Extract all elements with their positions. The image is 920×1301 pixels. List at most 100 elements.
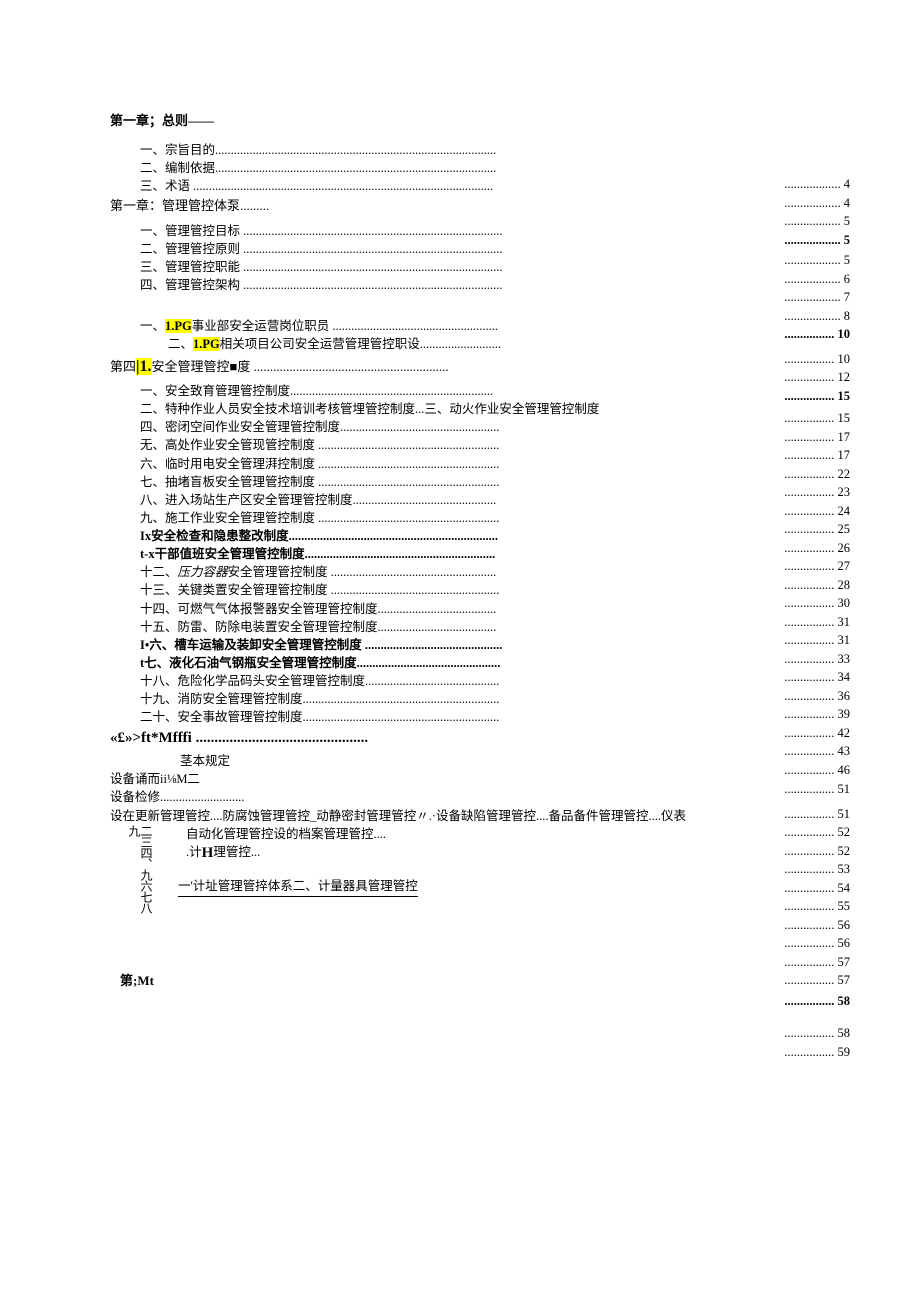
toc-entry: 二十、安全事故管理管控制度...........................…	[110, 708, 850, 726]
page-number: .................. 7	[784, 288, 850, 307]
toc-entry: 设在更新管理管控....防腐蚀管理管控_动静密封管理管控〃.·设备缺陷管理管控.…	[110, 807, 850, 825]
page-number: ................ 51	[784, 780, 850, 799]
toc-entry: 茎本规定	[110, 752, 850, 770]
page-number: ................ 10	[784, 350, 850, 369]
entry-text: 三、术语 ...................................…	[140, 177, 493, 195]
entry-text: 十二、压力容器安全管理管控制度 ........................…	[140, 563, 496, 581]
suffix: 安全管理管控制度 ...............................…	[228, 565, 497, 579]
suffix: 安全管理管控■度 ...............................…	[152, 359, 449, 374]
toc-entry: 一、管理管控目标 ...............................…	[110, 222, 850, 240]
page-number: .................. 4	[784, 175, 850, 194]
page-number: ................ 59	[784, 1043, 850, 1062]
toc-entry: 十三、关键类置安全管理管控制度 ........................…	[110, 581, 850, 599]
page-number: ................ 22	[784, 465, 850, 484]
entry-text: 二、管理管控原则 ...............................…	[140, 240, 503, 258]
toc-entry: 十四、可燃气气体报警器安全管理管控制度.....................…	[110, 600, 850, 618]
suffix: 相关项目公司安全运营管理管控职设........................…	[220, 337, 501, 351]
toc-entry: 无、高处作业安全管现管控制度 .........................…	[110, 436, 850, 454]
page-number: ................ 31	[784, 631, 850, 650]
page-number: ................ 12	[784, 368, 850, 387]
entry-text: 二十、安全事故管理管控制度...........................…	[140, 708, 499, 726]
page-number: ................ 10	[784, 325, 850, 344]
page-number: ................ 56	[784, 916, 850, 935]
toc-entry: Ix安全检查和隐患整改制度...........................…	[110, 527, 850, 545]
page-number: ................ 57	[784, 971, 850, 990]
toc-page: 第一章；总则—— 一、宗旨目的.........................…	[0, 0, 920, 1030]
entry-text: 自动化管理管控设的档案管理管控....	[186, 825, 386, 843]
page-number: ................ 36	[784, 687, 850, 706]
entry-text: 十八、危险化学品码头安全管理管控制度......................…	[140, 672, 499, 690]
page-number: ................ 52	[784, 842, 850, 861]
page-number: ................ 39	[784, 705, 850, 724]
entry-text: 十三、关键类置安全管理管控制度 ........................…	[140, 581, 499, 599]
page-number: ................ 15	[784, 409, 850, 428]
prefix: 二、	[168, 337, 193, 351]
italic-part: 压力容器	[178, 565, 228, 579]
toc-entry: 一、安全致育管理管控制度............................…	[110, 382, 850, 400]
page-number: ................ 15	[784, 387, 850, 406]
toc-entry: 六、临时用电安全管理湃控制度 .........................…	[110, 455, 850, 473]
page-number: ................ 52	[784, 823, 850, 842]
toc-entry: 九、施工作业安全管理管控制度 .........................…	[110, 509, 850, 527]
toc-entry: 一、1.PG事业部安全运营岗位职员 ......................…	[110, 317, 850, 335]
page-number: ................ 26	[784, 539, 850, 558]
page-number: ................ 46	[784, 761, 850, 780]
page-number: ................ 17	[784, 428, 850, 447]
entry-text: 十四、可燃气气体报警器安全管理管控制度.....................…	[140, 600, 496, 618]
page-numbers-column: .................. 4.................. 4…	[784, 175, 850, 1061]
entry-text: 一、安全致育管理管控制度............................…	[140, 382, 493, 400]
toc-entry: 二、编制依据..................................…	[110, 159, 850, 177]
entry-text: 一、1.PG事业部安全运营岗位职员 ......................…	[140, 317, 498, 335]
page-number: ................ 25	[784, 520, 850, 539]
entry-text: 一、宗旨目的..................................…	[140, 141, 496, 159]
page-number: ................ 23	[784, 483, 850, 502]
entry-text: 十九、消防安全管理管控制度...........................…	[140, 690, 499, 708]
toc-entry: 三、术语 ...................................…	[110, 177, 850, 195]
entry-text: 四、密闭空间作业安全管理管控制度........................…	[140, 418, 499, 436]
toc-entry: 八、进入场站生产区安全管理管控制度.......................…	[110, 491, 850, 509]
entry-text: 二、编制依据..................................…	[140, 159, 496, 177]
toc-entry: t七、液化石油气钢瓶安全管理管控制度......................…	[110, 654, 850, 672]
entry-text: 设备检修...........................	[110, 788, 244, 806]
heading-text: 第一章；总则——	[110, 112, 214, 131]
prefix: 十二、	[140, 565, 178, 579]
entry-text: 一'计址管理管捽体系二、计量器具管理管控	[178, 877, 418, 897]
page-number: ................ 42	[784, 724, 850, 743]
entry-text: 二、特种作业人员安全技术培训考核管埋管控制度...三、动火作业安全管理管控制度	[140, 400, 599, 418]
toc-body: 第一章；总则—— 一、宗旨目的.........................…	[110, 112, 850, 990]
entry-text: 八、进入场站生产区安全管理管控制度.......................…	[140, 491, 496, 509]
entry-text: 一、管理管控目标 ...............................…	[140, 222, 503, 240]
toc-entry: t-x干部值班安全管理管控制度.........................…	[110, 545, 850, 563]
page-number: ................ 24	[784, 502, 850, 521]
big-letter: H	[202, 845, 214, 861]
entry-text: 四、管理管控架构 ...............................…	[140, 276, 503, 294]
toc-entry: 七、抽堵盲板安全管理管控制度 .........................…	[110, 473, 850, 491]
entry-text: 七、抽堵盲板安全管理管控制度 .........................…	[140, 473, 499, 491]
page-number: ................ 33	[784, 650, 850, 669]
toc-entry: 四、管理管控架构 ...............................…	[110, 276, 850, 294]
page-number: ................ 57	[784, 953, 850, 972]
chapter-heading: «£»>ft*Mfffi ...........................…	[110, 728, 850, 750]
toc-entry: 十二、压力容器安全管理管控制度 ........................…	[110, 563, 850, 581]
page-number: .................. 5	[784, 231, 850, 250]
page-number: .................. 5	[784, 212, 850, 231]
entry-text: 无、高处作业安全管现管控制度 .........................…	[140, 436, 499, 454]
page-number: ................ 34	[784, 668, 850, 687]
toc-entry: 十八、危险化学品码头安全管理管控制度......................…	[110, 672, 850, 690]
suffix: 事业部安全运营岗位职员 ............................…	[192, 319, 498, 333]
page-number: .................. 6	[784, 270, 850, 289]
prefix: 第四	[110, 359, 136, 374]
page-number: ................ 43	[784, 742, 850, 761]
highlight: |1.	[136, 358, 152, 375]
page-number: ................ 28	[784, 576, 850, 595]
heading-text: 第一章：管理管控体泵.........	[110, 197, 269, 216]
page-number: ................ 27	[784, 557, 850, 576]
suffix: 理管控...	[213, 845, 260, 859]
page-number: ................ 51	[784, 805, 850, 824]
entry-text: I•六、槽车运输及装卸安全管理管控制度 ....................…	[140, 636, 502, 654]
chapter-heading: 第一章；总则——	[110, 112, 850, 131]
entry-text: 三、管理管控职能 ...............................…	[140, 258, 503, 276]
page-number: ................ 54	[784, 879, 850, 898]
page-number: .................. 8	[784, 307, 850, 326]
toc-entry: I•六、槽车运输及装卸安全管理管控制度 ....................…	[110, 636, 850, 654]
